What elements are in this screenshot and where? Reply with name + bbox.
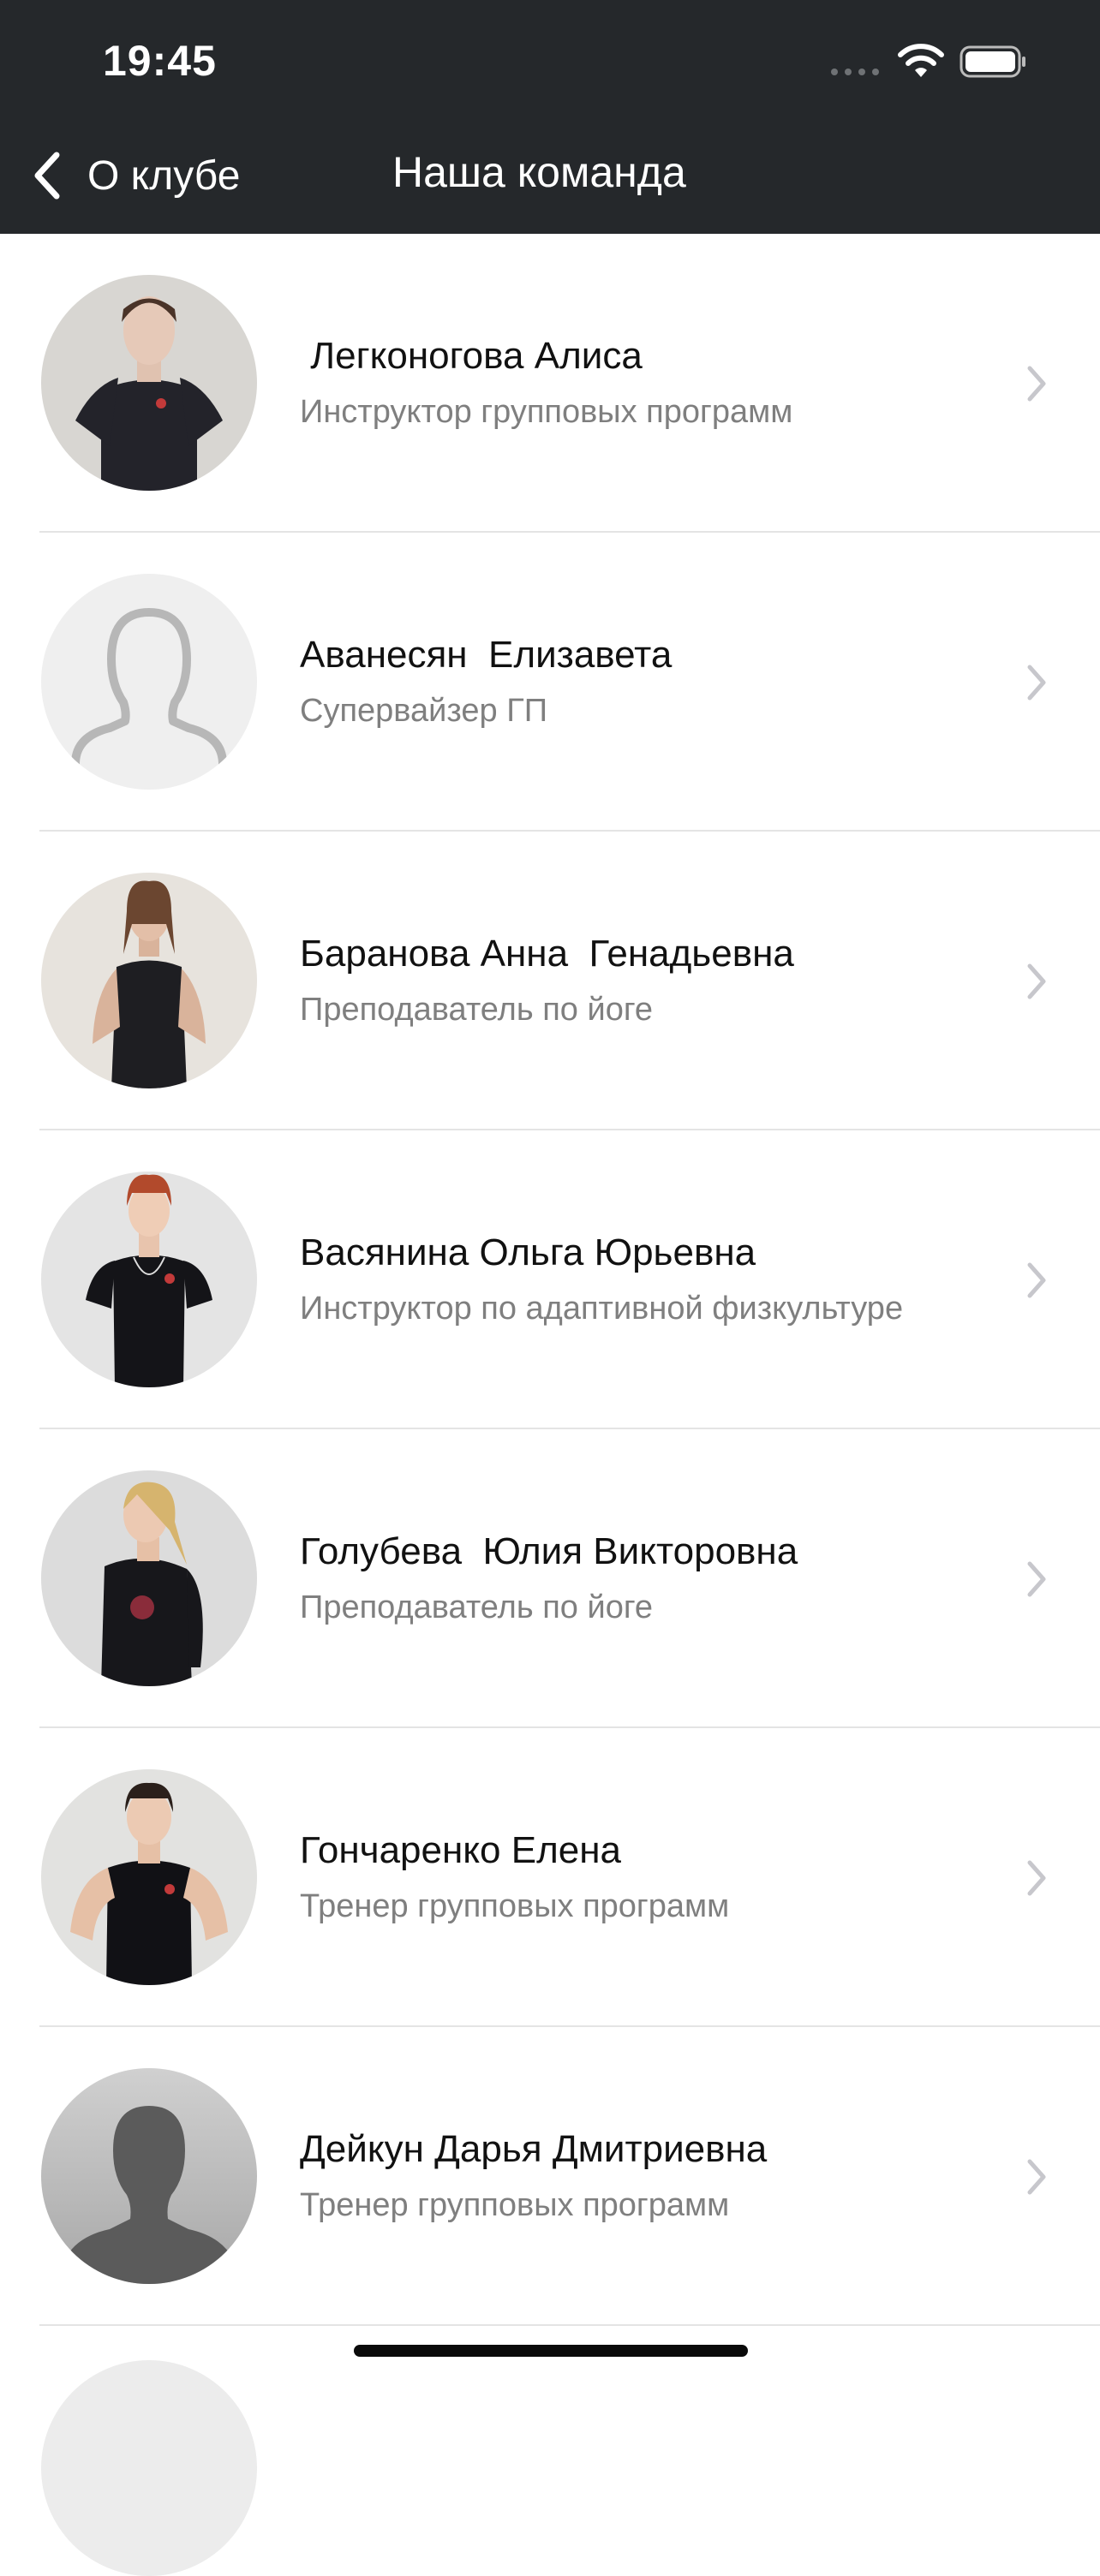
avatar [41, 873, 257, 1088]
chevron-right-icon [1027, 1561, 1046, 1597]
team-member-row[interactable]: Дейкун Дарья Дмитриевна Тренер групповых… [0, 2027, 1100, 2326]
status-time: 19:45 [103, 37, 217, 85]
back-button[interactable]: О клубе [31, 146, 240, 206]
team-list: Легконогова Алиса Инструктор групповых п… [0, 234, 1100, 2326]
avatar [41, 275, 257, 491]
chevron-left-icon [34, 152, 60, 200]
member-name: Дейкун Дарья Дмитриевна [300, 2128, 768, 2170]
chevron-right-icon [1027, 665, 1046, 701]
member-name: Гончаренко Елена [300, 1829, 621, 1871]
battery-icon [960, 45, 1025, 78]
team-member-row[interactable]: Гончаренко Елена Тренер групповых програ… [0, 1728, 1100, 2027]
wifi-icon [898, 44, 944, 77]
team-member-row[interactable]: Васянина Ольга Юрьевна Инструктор по ада… [0, 1130, 1100, 1429]
team-member-row[interactable]: Легконогова Алиса Инструктор групповых п… [0, 234, 1100, 533]
avatar [41, 2360, 257, 2576]
avatar [41, 1769, 257, 1985]
member-name: Голубева Юлия Викторовна [300, 1530, 798, 1572]
member-role: Инструктор групповых программ [300, 394, 793, 430]
avatar [41, 1172, 257, 1387]
chevron-right-icon [1027, 2159, 1046, 2195]
chevron-right-icon [1027, 366, 1046, 402]
member-name: Аванесян Елизавета [300, 634, 673, 676]
navigation-header: 19:45 О клубе Наша команда [0, 0, 1100, 234]
team-member-row[interactable]: Баранова Анна Генадьевна Преподаватель п… [0, 832, 1100, 1130]
member-role: Тренер групповых программ [300, 1888, 730, 1924]
chevron-right-icon [1027, 963, 1046, 999]
member-role: Супервайзер ГП [300, 693, 548, 729]
avatar-placeholder [41, 574, 257, 790]
team-member-row[interactable]: Аванесян Елизавета Супервайзер ГП [0, 533, 1100, 832]
avatar-placeholder [41, 2068, 257, 2284]
home-indicator [354, 2345, 748, 2357]
chevron-right-icon [1027, 1860, 1046, 1896]
team-member-row[interactable]: Голубева Юлия Викторовна Преподаватель п… [0, 1429, 1100, 1728]
member-role: Преподаватель по йоге [300, 992, 653, 1028]
member-name: Васянина Ольга Юрьевна [300, 1231, 756, 1273]
chevron-right-icon [1027, 1262, 1046, 1298]
back-label: О клубе [87, 152, 241, 199]
member-role: Преподаватель по йоге [300, 1589, 653, 1625]
avatar [41, 1470, 257, 1686]
member-role: Тренер групповых программ [300, 2187, 730, 2223]
member-name: Баранова Анна Генадьевна [300, 933, 794, 975]
row-divider [39, 2324, 1100, 2326]
page-title: Наша команда [392, 148, 686, 196]
cellular-signal-icon [831, 69, 879, 75]
member-role: Инструктор по адаптивной физкультуре [300, 1291, 904, 1327]
member-name: Легконогова Алиса [300, 335, 643, 377]
